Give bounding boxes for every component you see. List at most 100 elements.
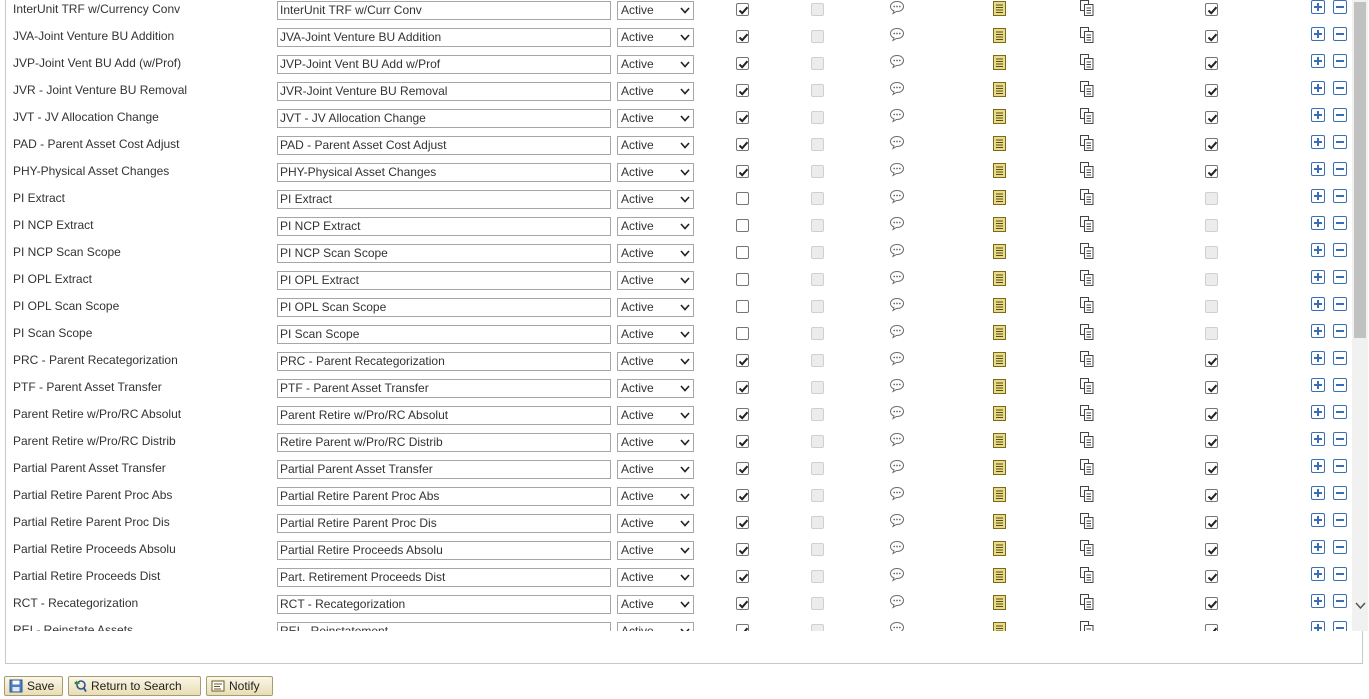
row-checkbox-3[interactable] — [1205, 570, 1218, 583]
detail-page-icon[interactable] — [993, 109, 1006, 124]
detail-page-icon[interactable] — [993, 433, 1006, 448]
row-checkbox-3[interactable] — [1205, 408, 1218, 421]
row-checkbox-3[interactable] — [1205, 57, 1218, 70]
add-row-icon[interactable] — [1311, 81, 1325, 95]
scrollbar-thumb[interactable] — [1354, 2, 1366, 338]
delete-row-icon[interactable] — [1333, 378, 1347, 392]
copy-icon[interactable] — [1080, 378, 1094, 394]
short-description-input[interactable]: JVA-Joint Venture BU Addition — [277, 28, 611, 47]
add-row-icon[interactable] — [1311, 243, 1325, 257]
copy-icon[interactable] — [1080, 135, 1094, 151]
comment-bubble-icon[interactable] — [889, 243, 905, 258]
copy-icon[interactable] — [1080, 270, 1094, 286]
return-to-search-button[interactable]: Return to Search — [68, 676, 201, 696]
copy-icon[interactable] — [1080, 513, 1094, 529]
add-row-icon[interactable] — [1311, 351, 1325, 365]
row-checkbox-3[interactable] — [1205, 354, 1218, 367]
delete-row-icon[interactable] — [1333, 540, 1347, 554]
row-checkbox-1[interactable] — [736, 570, 749, 583]
short-description-input[interactable]: PHY-Physical Asset Changes — [277, 163, 611, 182]
delete-row-icon[interactable] — [1333, 324, 1347, 338]
add-row-icon[interactable] — [1311, 378, 1325, 392]
short-description-input[interactable]: REI - Reinstatement — [277, 622, 611, 631]
comment-bubble-icon[interactable] — [889, 405, 905, 420]
status-select[interactable]: Active — [617, 1, 694, 20]
comment-bubble-icon[interactable] — [889, 513, 905, 528]
row-checkbox-1[interactable] — [736, 219, 749, 232]
status-select[interactable]: Active — [617, 514, 694, 533]
short-description-input[interactable]: JVT - JV Allocation Change — [277, 109, 611, 128]
status-select[interactable]: Active — [617, 298, 694, 317]
copy-icon[interactable] — [1080, 567, 1094, 583]
row-checkbox-1[interactable] — [736, 246, 749, 259]
short-description-input[interactable]: RCT - Recategorization — [277, 595, 611, 614]
status-select[interactable]: Active — [617, 109, 694, 128]
row-checkbox-1[interactable] — [736, 84, 749, 97]
add-row-icon[interactable] — [1311, 0, 1325, 14]
short-description-input[interactable]: PTF - Parent Asset Transfer — [277, 379, 611, 398]
row-checkbox-3[interactable] — [1205, 30, 1218, 43]
comment-bubble-icon[interactable] — [889, 594, 905, 609]
row-checkbox-1[interactable] — [736, 462, 749, 475]
short-description-input[interactable]: PI NCP Extract — [277, 217, 611, 236]
row-checkbox-1[interactable] — [736, 111, 749, 124]
short-description-input[interactable]: Partial Retire Parent Proc Abs — [277, 487, 611, 506]
row-checkbox-1[interactable] — [736, 435, 749, 448]
copy-icon[interactable] — [1080, 54, 1094, 70]
row-checkbox-1[interactable] — [736, 30, 749, 43]
short-description-input[interactable]: Partial Retire Proceeds Absolu — [277, 541, 611, 560]
add-row-icon[interactable] — [1311, 621, 1325, 631]
status-select[interactable]: Active — [617, 190, 694, 209]
status-select[interactable]: Active — [617, 325, 694, 344]
add-row-icon[interactable] — [1311, 54, 1325, 68]
row-checkbox-1[interactable] — [736, 489, 749, 502]
add-row-icon[interactable] — [1311, 324, 1325, 338]
status-select[interactable]: Active — [617, 28, 694, 47]
copy-icon[interactable] — [1080, 216, 1094, 232]
row-checkbox-1[interactable] — [736, 300, 749, 313]
comment-bubble-icon[interactable] — [889, 324, 905, 339]
row-checkbox-3[interactable] — [1205, 165, 1218, 178]
copy-icon[interactable] — [1080, 297, 1094, 313]
add-row-icon[interactable] — [1311, 459, 1325, 473]
copy-icon[interactable] — [1080, 0, 1094, 16]
vertical-scrollbar[interactable] — [1352, 0, 1368, 631]
delete-row-icon[interactable] — [1333, 270, 1347, 284]
delete-row-icon[interactable] — [1333, 0, 1347, 14]
status-select[interactable]: Active — [617, 55, 694, 74]
row-checkbox-1[interactable] — [736, 273, 749, 286]
delete-row-icon[interactable] — [1333, 216, 1347, 230]
copy-icon[interactable] — [1080, 27, 1094, 43]
copy-icon[interactable] — [1080, 351, 1094, 367]
status-select[interactable]: Active — [617, 352, 694, 371]
add-row-icon[interactable] — [1311, 432, 1325, 446]
comment-bubble-icon[interactable] — [889, 378, 905, 393]
copy-icon[interactable] — [1080, 243, 1094, 259]
detail-page-icon[interactable] — [993, 514, 1006, 529]
detail-page-icon[interactable] — [993, 217, 1006, 232]
comment-bubble-icon[interactable] — [889, 0, 905, 15]
copy-icon[interactable] — [1080, 162, 1094, 178]
status-select[interactable]: Active — [617, 595, 694, 614]
status-select[interactable]: Active — [617, 541, 694, 560]
delete-row-icon[interactable] — [1333, 297, 1347, 311]
row-checkbox-1[interactable] — [736, 192, 749, 205]
short-description-input[interactable]: PI OPL Scan Scope — [277, 298, 611, 317]
row-checkbox-3[interactable] — [1205, 489, 1218, 502]
copy-icon[interactable] — [1080, 189, 1094, 205]
add-row-icon[interactable] — [1311, 108, 1325, 122]
save-button[interactable]: Save — [4, 676, 63, 696]
short-description-input[interactable]: Partial Parent Asset Transfer — [277, 460, 611, 479]
comment-bubble-icon[interactable] — [889, 27, 905, 42]
comment-bubble-icon[interactable] — [889, 270, 905, 285]
row-checkbox-3[interactable] — [1205, 462, 1218, 475]
add-row-icon[interactable] — [1311, 540, 1325, 554]
copy-icon[interactable] — [1080, 459, 1094, 475]
row-checkbox-1[interactable] — [736, 165, 749, 178]
comment-bubble-icon[interactable] — [889, 540, 905, 555]
detail-page-icon[interactable] — [993, 379, 1006, 394]
delete-row-icon[interactable] — [1333, 351, 1347, 365]
row-checkbox-1[interactable] — [736, 3, 749, 16]
short-description-input[interactable]: PI OPL Extract — [277, 271, 611, 290]
add-row-icon[interactable] — [1311, 270, 1325, 284]
